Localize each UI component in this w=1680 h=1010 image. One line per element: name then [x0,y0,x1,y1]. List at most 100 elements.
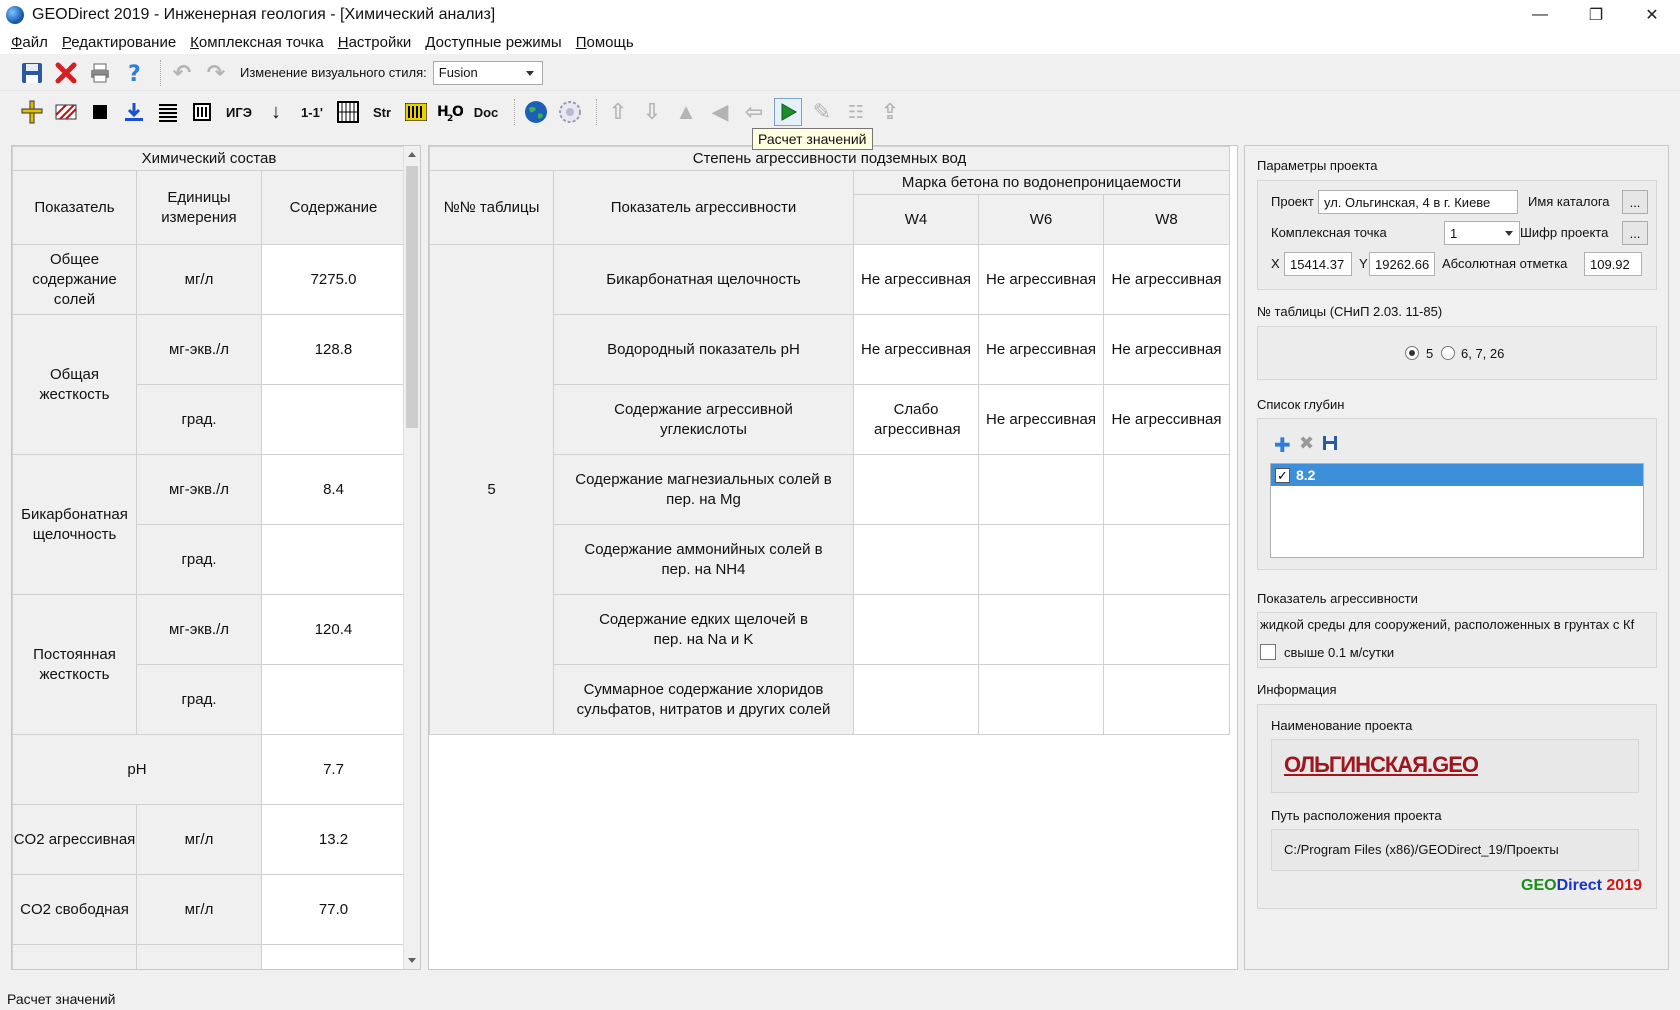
water-level-button[interactable] [120,98,148,126]
ige-button[interactable]: ИГЭ [222,98,256,126]
value-cell[interactable] [261,944,406,969]
menu-bar: Файл Редактирование Комплексная точка На… [0,30,1680,54]
chem-scrollbar[interactable] [403,146,420,969]
menu-edit[interactable]: Редактирование [55,34,183,51]
aggr-w4-cell [853,454,979,525]
style-select[interactable]: Fusion [432,60,543,85]
move-top-button[interactable]: ▲ [672,98,700,126]
row-name: CO2 агрессивная [12,804,137,875]
value-cell[interactable]: 120.4 [261,594,406,665]
remove-depth-button[interactable]: ✖ [1299,433,1314,454]
log-button[interactable] [188,98,216,126]
scroll-down-icon [408,958,416,963]
tree-button[interactable]: ☷ [842,98,870,126]
gear-icon [559,101,581,123]
radio-table-6-7-26[interactable] [1441,346,1455,360]
menu-complex-point[interactable]: Комплексная точка [183,34,331,51]
help-button[interactable]: ? [120,59,148,87]
row-units: мг/л [136,874,262,945]
move-first-button[interactable]: ◀ [706,98,734,126]
redo-button[interactable]: ↷ [202,59,230,87]
catalog-browse-button[interactable]: ... [1622,190,1648,214]
down-arrow-button[interactable]: ↓ [262,98,290,126]
maximize-button[interactable]: ❐ [1568,0,1624,30]
grid-button[interactable] [334,98,362,126]
fill-button[interactable] [86,98,114,126]
aggr-w8-cell [1102,594,1231,665]
col-w4: W4 [853,194,979,245]
barcode-button[interactable] [402,98,430,126]
row-units: град. [136,384,262,455]
value-cell[interactable] [261,664,406,735]
menu-help[interactable]: Помощь [569,34,641,51]
aggr-indicator-group: жидкой среды для сооружений, расположенн… [1257,612,1657,668]
depth-list-item[interactable]: ✓ 8.2 [1271,464,1643,486]
delete-button[interactable] [52,59,80,87]
move-up-button[interactable]: ⇧ [604,98,632,126]
info-group: Наименование проекта ОЛЬГИНСКАЯ.GEO Путь… [1257,704,1657,909]
value-cell[interactable]: 7275.0 [261,244,406,315]
undo-button[interactable]: ↶ [168,59,196,87]
doc-button[interactable]: Doc [470,98,502,126]
value-cell[interactable] [261,384,406,455]
y-input[interactable]: 19262.66 [1369,252,1435,276]
red-cross-icon [55,62,77,83]
value-cell[interactable]: 8.4 [261,454,406,525]
water-button[interactable]: H2O [436,98,464,126]
close-button[interactable]: ✕ [1624,0,1680,30]
x-input[interactable]: 15414.37 [1284,252,1352,276]
project-params-title: Параметры проекта [1257,158,1378,173]
save-button[interactable] [18,59,46,87]
cipher-browse-button[interactable]: ... [1622,221,1648,245]
hatch-button[interactable] [52,98,80,126]
project-input[interactable]: ул. Ольгинская, 4 в г. Киеве [1318,190,1518,214]
abs-input[interactable]: 109.92 [1584,252,1642,276]
main-toolbar: ? ↶ ↷ Изменение визуального стиля: Fusio… [0,55,1680,91]
aggr-w6-cell [978,454,1104,525]
row-units [136,944,262,969]
move-back-button[interactable]: ⇦ [740,98,768,126]
value-cell[interactable]: 13.2 [261,804,406,875]
edit-button[interactable]: ✎ [808,98,836,126]
add-depth-button[interactable]: ✚ [1274,433,1291,458]
aggr-w4-cell: Слабо агрессивная [853,384,979,455]
value-cell[interactable]: 128.8 [261,314,406,385]
aggr-w6-cell: Не агрессивная [978,314,1104,385]
brand-direct: Direct [1556,877,1602,894]
str-button[interactable]: Str [368,98,396,126]
menu-settings[interactable]: Настройки [331,34,419,51]
row-name: CO2 свободная [12,874,137,945]
globe-button[interactable] [522,98,550,126]
value-cell[interactable] [261,524,406,595]
layers-button[interactable] [154,98,182,126]
aggr-row-name: Содержание магнезиальных солей в пер. на… [553,454,854,525]
aggr-kf-checkbox[interactable] [1260,644,1276,660]
menu-modes[interactable]: Доступные режимы [418,34,568,51]
save-depths-button[interactable] [1322,435,1338,455]
value-cell[interactable]: 77.0 [261,874,406,945]
brand-geo: GEO [1521,877,1557,894]
settings-gear-button[interactable] [556,98,584,126]
minimize-button[interactable]: — [1512,0,1568,30]
menu-file[interactable]: Файл [4,34,55,51]
depth-list[interactable]: ✓ 8.2 [1270,463,1644,558]
aggr-w4-cell [853,594,979,665]
point-select[interactable]: 1 [1444,221,1520,245]
move-down-button[interactable]: ⇩ [638,98,666,126]
section-button[interactable]: 1-1' [296,98,328,126]
check-icon[interactable]: ✓ [1275,467,1290,483]
print-button[interactable] [86,59,114,87]
log-icon [193,103,211,121]
col-aggr-indicator: Показатель агрессивности [553,170,854,245]
project-sidebar: Параметры проекта Проект ул. Ольгинская,… [1244,145,1669,970]
aggr-row-name: Суммарное содержание хлоридов сульфатов,… [553,664,854,735]
col-units: Единицы измерения [136,170,262,245]
scroll-thumb[interactable] [406,166,418,428]
radio-table-6-7-26-label: 6, 7, 26 [1461,346,1505,361]
upload-button[interactable]: ⇪ [876,98,904,126]
hatch-icon [55,104,77,120]
calculate-button[interactable] [774,98,802,126]
value-cell[interactable]: 7.7 [261,734,406,805]
well-button[interactable] [18,98,46,126]
radio-table-5[interactable] [1405,346,1419,360]
